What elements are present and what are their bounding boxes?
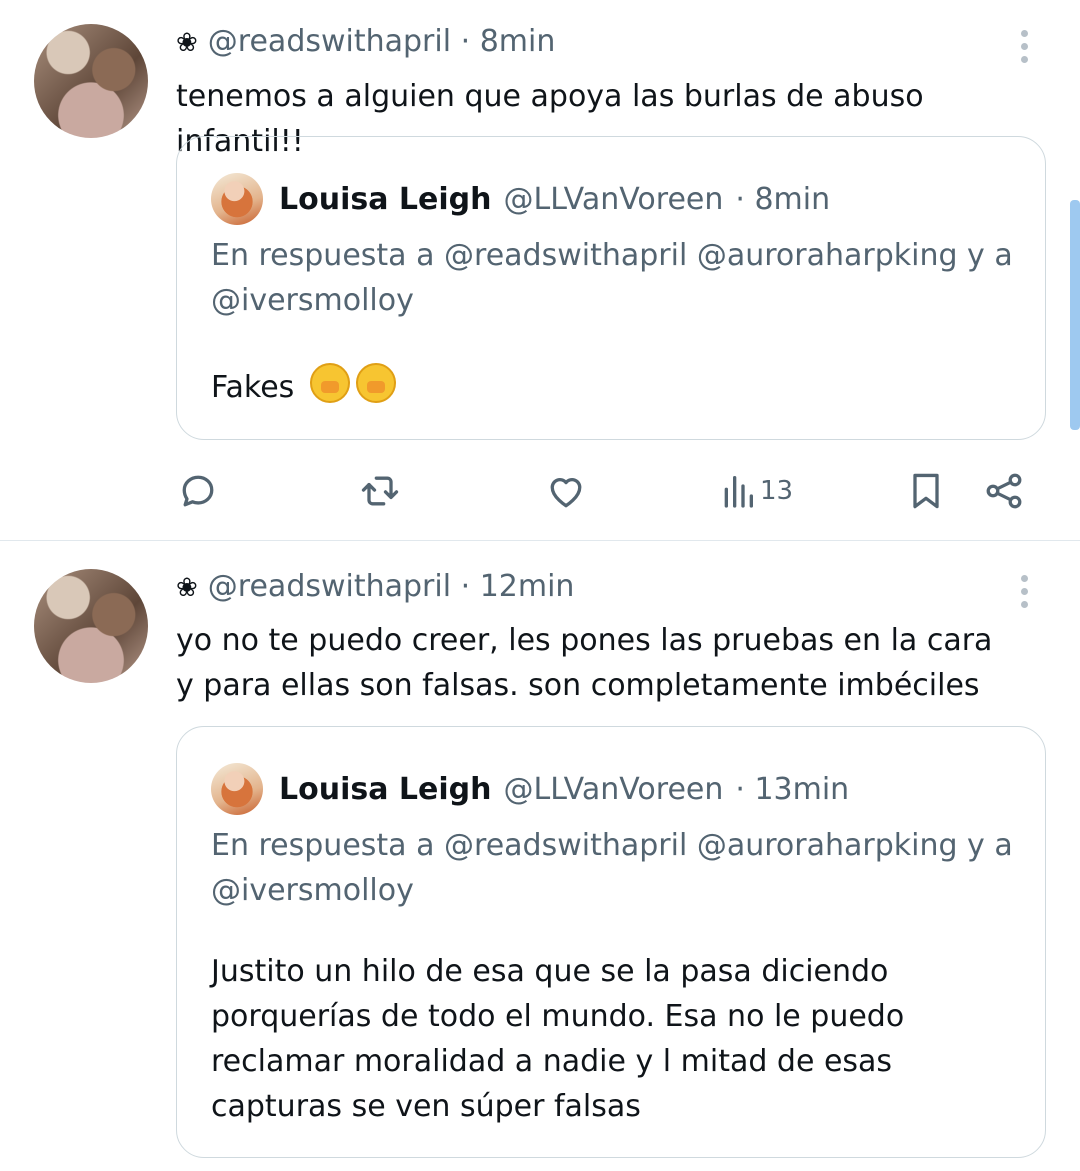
author-handle[interactable]: @readswithapril (208, 569, 451, 604)
tweet-header: ❀ @readswithapril · 12min (176, 569, 574, 604)
quoted-tweet[interactable]: Louisa Leigh @LLVanVoreen · 8min En resp… (176, 136, 1046, 440)
views-button[interactable]: 13 (718, 466, 793, 516)
tweet-time[interactable]: · 12min (461, 569, 575, 604)
heart-icon (550, 478, 582, 508)
retweet-icon (361, 476, 399, 506)
retweet-button[interactable] (358, 466, 402, 516)
quote-header: Louisa Leigh @LLVanVoreen · 13min (211, 763, 849, 815)
tweet-time[interactable]: · 8min (461, 24, 556, 59)
yawning-face-emoji-icon (309, 363, 350, 403)
share-button[interactable] (982, 466, 1026, 516)
quote-body: Justito un hilo de esa que se la pasa di… (211, 954, 905, 1124)
tweet-divider (0, 540, 1080, 541)
views-count: 13 (760, 476, 794, 506)
flower-icon: ❀ (176, 573, 198, 603)
tweet-actions: 13 (0, 466, 1080, 516)
flower-icon: ❀ (176, 28, 198, 58)
tweet-text: yo no te puedo creer, les pones las prue… (176, 623, 993, 703)
yawning-face-emoji-icon (355, 363, 396, 403)
views-icon (724, 476, 753, 508)
quote-header: Louisa Leigh @LLVanVoreen · 8min (211, 173, 830, 225)
more-options-icon[interactable] (1012, 569, 1036, 614)
quote-avatar (211, 763, 263, 815)
tweet-header: ❀ @readswithapril · 8min (176, 24, 555, 59)
share-icon (986, 473, 1022, 509)
quote-time: · 8min (735, 181, 831, 217)
bookmark-button[interactable] (904, 466, 948, 516)
quote-author-handle: @LLVanVoreen (503, 771, 724, 807)
reply-button[interactable] (176, 466, 220, 516)
quoted-tweet[interactable]: Louisa Leigh @LLVanVoreen · 13min En res… (176, 726, 1046, 1158)
avatar[interactable] (34, 569, 148, 683)
quote-author-name: Louisa Leigh (279, 771, 492, 807)
quote-time: · 13min (735, 771, 850, 807)
avatar[interactable] (34, 24, 148, 138)
quote-reply-context: En respuesta a @readswithapril @auroraha… (211, 828, 1013, 908)
more-options-icon[interactable] (1012, 24, 1036, 69)
author-handle[interactable]: @readswithapril (208, 24, 451, 59)
reply-icon (182, 475, 214, 507)
quote-author-name: Louisa Leigh (279, 181, 492, 217)
quote-body-text: Fakes (211, 370, 295, 405)
quote-avatar (211, 173, 263, 225)
quote-body: Fakes (211, 363, 1031, 410)
like-button[interactable] (544, 466, 588, 516)
quote-author-handle: @LLVanVoreen (503, 181, 724, 217)
bookmark-icon (913, 473, 939, 509)
scrollbar[interactable] (1070, 200, 1080, 430)
quote-reply-context: En respuesta a @readswithapril @auroraha… (211, 238, 1013, 318)
